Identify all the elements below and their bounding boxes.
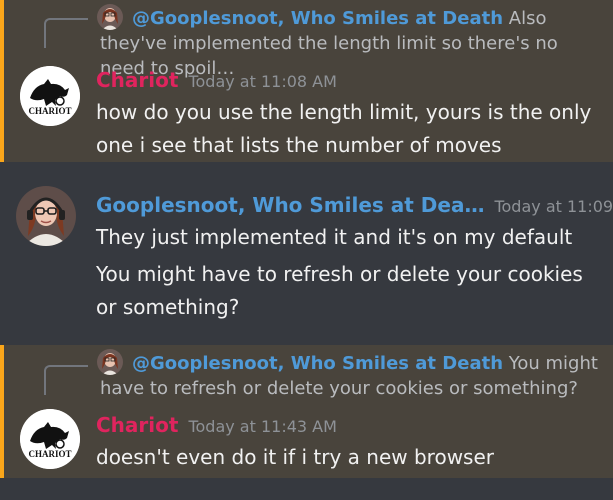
timestamp[interactable]: Today at 11:08 AM bbox=[188, 72, 336, 91]
message-header: Gooplesnoot, Who Smiles at Dea… Today at … bbox=[96, 193, 613, 217]
author-name[interactable]: Chariot bbox=[96, 68, 178, 92]
chariot-horse-logo-icon: CHARIOT bbox=[20, 66, 80, 126]
chariot-avatar[interactable]: CHARIOT bbox=[20, 66, 80, 126]
author-name[interactable]: Gooplesnoot, Who Smiles at Dea… bbox=[96, 193, 484, 217]
message-line: how do you use the length limit, yours i… bbox=[96, 100, 592, 124]
timestamp[interactable]: Today at 11:09 AM bbox=[494, 197, 613, 216]
chariot-horse-logo-icon: CHARIOT bbox=[20, 409, 80, 469]
chat-message[interactable]: @Gooplesnoot, Who Smiles at Death Also t… bbox=[0, 0, 613, 162]
chat-message-list: @Gooplesnoot, Who Smiles at Death Also t… bbox=[0, 0, 613, 500]
message-line: They just implemented it and it's on my … bbox=[96, 225, 573, 249]
gooplesnoot-avatar[interactable] bbox=[16, 186, 76, 246]
message-content: doesn't even do it if i try a new browse… bbox=[96, 441, 494, 474]
reply-author[interactable]: @Gooplesnoot, Who Smiles at Death bbox=[132, 8, 503, 29]
message-content: how do you use the length limit, yours i… bbox=[96, 96, 591, 162]
reply-connector bbox=[44, 18, 88, 48]
chat-message[interactable]: @Gooplesnoot, Who Smiles at Death You mi… bbox=[0, 345, 613, 478]
reply-connector bbox=[44, 365, 88, 395]
chariot-avatar[interactable]: CHARIOT bbox=[20, 409, 80, 469]
message-line: or something? bbox=[96, 295, 240, 319]
timestamp[interactable]: Today at 11:43 AM bbox=[188, 417, 336, 436]
reply-author[interactable]: @Gooplesnoot, Who Smiles at Death bbox=[132, 353, 503, 374]
author-name[interactable]: Chariot bbox=[96, 413, 178, 437]
message-line: doesn't even do it if i try a new browse… bbox=[96, 445, 495, 469]
message-header: Chariot Today at 11:08 AM bbox=[96, 68, 337, 92]
reply-preview[interactable]: @Gooplesnoot, Who Smiles at Death You mi… bbox=[100, 351, 600, 401]
chat-message[interactable]: Gooplesnoot, Who Smiles at Dea… Today at … bbox=[0, 162, 613, 345]
woman-with-glasses-headphones-avatar bbox=[16, 186, 76, 246]
message-header: Chariot Today at 11:43 AM bbox=[96, 413, 337, 437]
chariot-logo-text: CHARIOT bbox=[28, 449, 71, 459]
message-line: You might have to refresh or delete your… bbox=[96, 262, 583, 286]
message-line: one i see that lists the number of moves bbox=[96, 133, 502, 157]
message-content: They just implemented it and it's on my … bbox=[96, 221, 583, 324]
chariot-logo-text: CHARIOT bbox=[28, 106, 71, 116]
